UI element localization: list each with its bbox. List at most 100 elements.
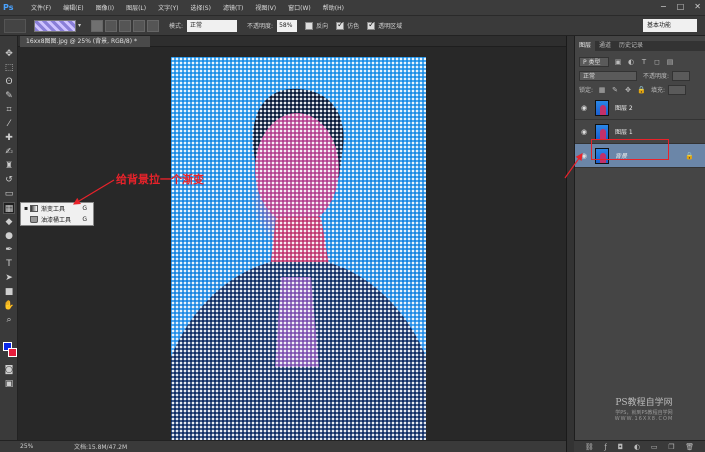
lock-pixels-icon[interactable]: ▦ bbox=[598, 86, 606, 94]
menu-image[interactable]: 图像(I) bbox=[90, 3, 120, 12]
hand-icon[interactable]: ✋ bbox=[3, 300, 15, 312]
lock-all-icon[interactable]: 🔒 bbox=[637, 86, 646, 94]
trash-icon[interactable]: 🗑 bbox=[685, 443, 694, 451]
brush-icon[interactable]: ✍ bbox=[3, 146, 15, 158]
watermark-title: PS教程自学网 bbox=[615, 398, 673, 408]
layer-filter-select[interactable]: P 类型 bbox=[579, 56, 609, 67]
mask-icon[interactable]: ◘ bbox=[618, 443, 624, 451]
reverse-checkbox[interactable] bbox=[305, 21, 314, 30]
tab-history[interactable]: 历史记录 bbox=[615, 41, 647, 51]
chevron-down-icon[interactable]: ▾ bbox=[78, 22, 81, 29]
watermark-subtitle: 学PS，就到PS教程自学网 bbox=[615, 410, 673, 416]
shape-filter-icon[interactable]: ◻ bbox=[653, 58, 661, 66]
link-icon[interactable]: ⛓ bbox=[585, 443, 594, 451]
dodge-icon[interactable]: ● bbox=[3, 230, 15, 242]
tab-layers[interactable]: 图层 bbox=[575, 41, 596, 51]
canvas-area[interactable] bbox=[18, 47, 566, 440]
menu-select[interactable]: 选择(S) bbox=[184, 3, 217, 12]
menu-help[interactable]: 帮助(H) bbox=[317, 3, 350, 12]
status-bar: 25% 文档:15.8M/47.2M bbox=[0, 440, 566, 452]
pixel-filter-icon[interactable]: ▣ bbox=[614, 58, 622, 66]
history-brush-icon[interactable]: ↺ bbox=[3, 174, 15, 186]
path-select-icon[interactable]: ➤ bbox=[3, 272, 15, 284]
angle-gradient-button[interactable] bbox=[119, 19, 132, 32]
adjustment-icon[interactable]: ◐ bbox=[634, 443, 640, 451]
transparency-label: 透明区域 bbox=[378, 23, 403, 30]
fill-input[interactable] bbox=[668, 84, 687, 95]
visibility-eye-icon[interactable]: ◉ bbox=[579, 128, 589, 136]
screen-mode-icon[interactable]: ▣ bbox=[3, 378, 15, 390]
lock-position-icon[interactable]: ✥ bbox=[624, 86, 632, 94]
transparency-checkbox[interactable] bbox=[367, 20, 376, 30]
gradient-picker[interactable] bbox=[34, 19, 76, 32]
visibility-eye-icon[interactable]: ◉ bbox=[579, 152, 589, 160]
blend-mode-select[interactable]: 正常 bbox=[579, 70, 637, 81]
layer-row[interactable]: ◉ 图层 2 bbox=[575, 96, 705, 120]
blur-icon[interactable]: ◆ bbox=[3, 216, 15, 228]
panel-collapse-strip[interactable] bbox=[566, 36, 574, 452]
marquee-icon[interactable]: ⬚ bbox=[3, 62, 15, 74]
menu-layer[interactable]: 图层(L) bbox=[120, 3, 152, 12]
layer-filter-row: P 类型 ▣ ◐ T ◻ ▤ bbox=[579, 56, 674, 67]
document-image[interactable] bbox=[171, 57, 426, 440]
flyout-item-gradient[interactable]: ▪ 渐变工具 G bbox=[21, 203, 93, 214]
menu-window[interactable]: 窗口(W) bbox=[282, 3, 317, 12]
layer-thumbnail bbox=[595, 99, 609, 116]
tool-preset-picker[interactable] bbox=[4, 18, 26, 33]
quick-mask-icon[interactable]: ◙ bbox=[3, 364, 15, 376]
crop-icon[interactable]: ⌗ bbox=[3, 104, 15, 116]
menu-type[interactable]: 文字(Y) bbox=[152, 3, 184, 12]
eyedropper-icon[interactable]: ⁄ bbox=[3, 118, 15, 130]
clone-stamp-icon[interactable]: ♜ bbox=[3, 160, 15, 172]
zoom-level[interactable]: 25% bbox=[0, 443, 33, 450]
type-icon[interactable]: T bbox=[3, 258, 15, 270]
layer-opacity-label: 不透明度: bbox=[643, 73, 670, 80]
color-swatches[interactable] bbox=[3, 342, 19, 360]
rectangle-icon[interactable]: ■ bbox=[3, 286, 15, 298]
close-icon[interactable]: ✕ bbox=[694, 2, 701, 11]
linear-gradient-button[interactable] bbox=[91, 19, 104, 32]
mode-label: 模式: bbox=[169, 23, 184, 30]
layer-opacity-input[interactable] bbox=[672, 70, 691, 81]
menu-filter[interactable]: 滤镜(T) bbox=[217, 3, 249, 12]
diamond-gradient-button[interactable] bbox=[147, 19, 160, 32]
menu-file[interactable]: 文件(F) bbox=[25, 3, 57, 12]
eraser-icon[interactable]: ▭ bbox=[3, 188, 15, 200]
group-icon[interactable]: ▭ bbox=[651, 443, 658, 451]
annotation-highlight-box bbox=[591, 139, 669, 160]
halftone-overlay bbox=[171, 57, 426, 440]
workspace-select[interactable]: 基本功能 bbox=[643, 19, 697, 32]
gradient-tool-icon bbox=[30, 205, 38, 212]
minimize-icon[interactable]: − bbox=[660, 2, 667, 11]
dither-checkbox[interactable] bbox=[336, 20, 345, 30]
mode-select[interactable]: 正常 bbox=[187, 19, 238, 32]
new-layer-icon[interactable]: ❐ bbox=[668, 443, 674, 451]
visibility-eye-icon[interactable]: ◉ bbox=[579, 104, 589, 112]
flyout-item-paint-bucket[interactable]: 油漆桶工具 G bbox=[21, 214, 93, 225]
healing-brush-icon[interactable]: ✚ bbox=[3, 132, 15, 144]
radial-gradient-button[interactable] bbox=[105, 19, 118, 32]
zoom-icon[interactable]: ⌕ bbox=[3, 314, 15, 326]
quick-select-icon[interactable]: ✎ bbox=[3, 90, 15, 102]
fill-label: 填充: bbox=[651, 87, 666, 94]
menu-edit[interactable]: 编辑(E) bbox=[57, 3, 89, 12]
smart-object-filter-icon[interactable]: ▤ bbox=[666, 58, 674, 66]
maximize-icon[interactable]: □ bbox=[677, 2, 685, 11]
adjustment-filter-icon[interactable]: ◐ bbox=[627, 58, 635, 66]
fx-icon[interactable]: ƒ bbox=[604, 443, 606, 451]
menu-view[interactable]: 视图(V) bbox=[249, 3, 282, 12]
lasso-icon[interactable]: ʘ bbox=[3, 76, 15, 88]
flyout-item-label: 油漆桶工具 bbox=[41, 217, 72, 224]
reflected-gradient-button[interactable] bbox=[133, 19, 146, 32]
panel-tabs: 图层 通道 历史记录 bbox=[575, 41, 705, 51]
type-filter-icon[interactable]: T bbox=[640, 58, 648, 66]
opacity-input[interactable]: 58% bbox=[277, 19, 298, 32]
lock-paint-icon[interactable]: ✎ bbox=[611, 86, 619, 94]
tab-channels[interactable]: 通道 bbox=[595, 41, 615, 51]
gradient-icon[interactable]: ▦ bbox=[3, 202, 15, 214]
move-icon[interactable]: ✥ bbox=[3, 48, 15, 60]
document-tab[interactable]: 16xx8图图.jpg @ 25% (背景, RGB/8) * bbox=[20, 36, 150, 47]
pen-icon[interactable]: ✒ bbox=[3, 244, 15, 256]
annotation-text: 给背景拉一个渐变 bbox=[116, 173, 204, 186]
background-color-swatch[interactable] bbox=[8, 348, 17, 357]
